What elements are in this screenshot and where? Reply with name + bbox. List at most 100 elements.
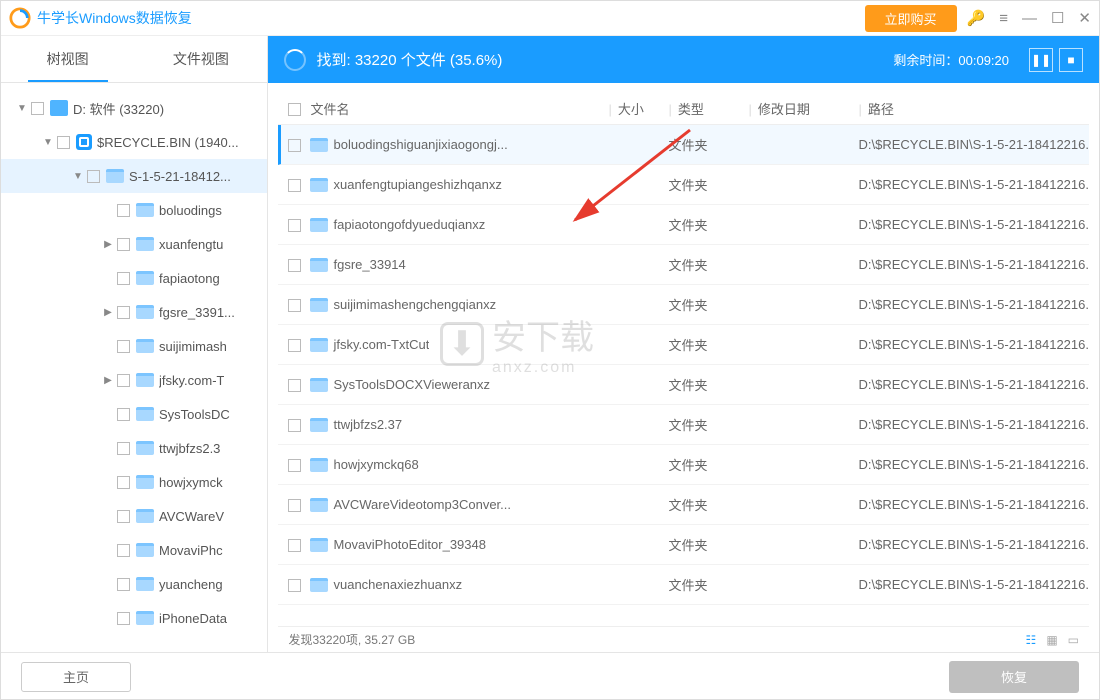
checkbox[interactable] [288, 379, 301, 392]
checkbox[interactable] [288, 419, 301, 432]
table-row[interactable]: boluodingshiguanjixiaogongj... 文件夹 D:\$R… [278, 125, 1089, 165]
tree-drive[interactable]: ▼D: 软件 (33220) [1, 91, 267, 125]
stop-button[interactable]: ■ [1059, 48, 1083, 72]
checkbox[interactable] [117, 612, 130, 625]
tree-folder-item[interactable]: MovaviPhc [1, 533, 267, 567]
view-grid-icon[interactable]: ▦ [1046, 633, 1057, 647]
chevron-down-icon[interactable]: ▼ [71, 171, 85, 182]
table-row[interactable]: suijimimashengchengqianxz 文件夹 D:\$RECYCL… [278, 285, 1089, 325]
folder-icon [310, 258, 328, 272]
table-row[interactable]: fapiaotongofdyueduqianxz 文件夹 D:\$RECYCLE… [278, 205, 1089, 245]
folder-icon [136, 509, 154, 523]
tree-folder-item[interactable]: suijimimash [1, 329, 267, 363]
tree-folder-item[interactable]: iPhoneData [1, 601, 267, 635]
menu-icon[interactable]: ≡ [999, 10, 1008, 27]
col-name[interactable]: 文件名 [310, 99, 608, 118]
tab-file-view[interactable]: 文件视图 [134, 36, 267, 82]
tree-folder-item[interactable]: ▶jfsky.com-T [1, 363, 267, 397]
tree-folder-item[interactable]: fapiaotong [1, 261, 267, 295]
folder-icon [136, 373, 154, 387]
col-type[interactable]: 类型 [678, 102, 704, 117]
checkbox[interactable] [117, 442, 130, 455]
table-row[interactable]: SysToolsDOCXVieweranxz 文件夹 D:\$RECYCLE.B… [278, 365, 1089, 405]
checkbox[interactable] [57, 136, 70, 149]
tree-folder-item[interactable]: ttwjbfzs2.3 [1, 431, 267, 465]
tree-folder-item[interactable]: boluodings [1, 193, 267, 227]
recover-button[interactable]: 恢复 [949, 661, 1079, 693]
checkbox[interactable] [117, 408, 130, 421]
col-path[interactable]: 路径 [868, 102, 894, 117]
tab-tree-view[interactable]: 树视图 [1, 36, 134, 82]
chevron-right-icon[interactable]: ▶ [101, 239, 115, 250]
close-icon[interactable]: ✕ [1078, 9, 1091, 27]
checkbox[interactable] [288, 299, 301, 312]
tree-folder-item[interactable]: ▶fgsre_3391... [1, 295, 267, 329]
checkbox[interactable] [117, 578, 130, 591]
key-icon[interactable]: 🔑 [967, 9, 986, 27]
home-button[interactable]: 主页 [21, 662, 131, 692]
table-row[interactable]: howjxymckq68 文件夹 D:\$RECYCLE.BIN\S-1-5-2… [278, 445, 1089, 485]
minimize-icon[interactable]: — [1022, 10, 1037, 27]
app-logo-icon [9, 7, 31, 29]
title-bar: 牛学长Windows数据恢复 立即购买 🔑 ≡ — ☐ ✕ [1, 1, 1099, 36]
folder-icon [136, 407, 154, 421]
folder-icon [136, 339, 154, 353]
checkbox[interactable] [117, 340, 130, 353]
tree-sid[interactable]: ▼S-1-5-21-18412... [1, 159, 267, 193]
checkbox[interactable] [117, 374, 130, 387]
buy-button[interactable]: 立即购买 [865, 5, 957, 32]
pause-button[interactable]: ❚❚ [1029, 48, 1053, 72]
view-detail-icon[interactable]: ▭ [1068, 633, 1079, 647]
checkbox[interactable] [288, 259, 301, 272]
checkbox[interactable] [288, 499, 301, 512]
status-text: 发现33220项, 35.27 GB [288, 631, 415, 648]
table-row[interactable]: fgsre_33914 文件夹 D:\$RECYCLE.BIN\S-1-5-21… [278, 245, 1089, 285]
folder-icon [310, 138, 328, 152]
tree-recycle[interactable]: ▼$RECYCLE.BIN (1940... [1, 125, 267, 159]
checkbox[interactable] [288, 459, 301, 472]
folder-icon [310, 578, 328, 592]
checkbox[interactable] [117, 544, 130, 557]
checkbox[interactable] [288, 179, 301, 192]
tree-folder-item[interactable]: yuancheng [1, 567, 267, 601]
checkbox[interactable] [288, 539, 301, 552]
tree-folder-item[interactable]: SysToolsDC [1, 397, 267, 431]
folder-icon [106, 169, 124, 183]
table-row[interactable]: ttwjbfzs2.37 文件夹 D:\$RECYCLE.BIN\S-1-5-2… [278, 405, 1089, 445]
checkbox[interactable] [117, 204, 130, 217]
folder-icon [310, 498, 328, 512]
checkbox[interactable] [117, 238, 130, 251]
table-row[interactable]: AVCWareVideotomp3Conver... 文件夹 D:\$RECYC… [278, 485, 1089, 525]
tree-folder-item[interactable]: ▶xuanfengtu [1, 227, 267, 261]
checkbox[interactable] [288, 219, 301, 232]
view-list-icon[interactable]: ☷ [1026, 633, 1037, 647]
tree-folder-item[interactable]: howjxymck [1, 465, 267, 499]
checkbox[interactable] [117, 306, 130, 319]
maximize-icon[interactable]: ☐ [1051, 9, 1064, 27]
folder-icon [136, 577, 154, 591]
folder-icon [136, 441, 154, 455]
folder-icon [136, 305, 154, 319]
checkbox[interactable] [117, 272, 130, 285]
checkbox[interactable] [288, 339, 301, 352]
checkbox[interactable] [117, 476, 130, 489]
col-size[interactable]: 大小 [618, 102, 644, 117]
checkbox[interactable] [31, 102, 44, 115]
checkbox[interactable] [117, 510, 130, 523]
table-row[interactable]: MovaviPhotoEditor_39348 文件夹 D:\$RECYCLE.… [278, 525, 1089, 565]
status-bar: 发现33220项, 35.27 GB ☷ ▦ ▭ [278, 626, 1089, 652]
tree-folder-item[interactable]: AVCWareV [1, 499, 267, 533]
checkbox-all[interactable] [288, 103, 301, 116]
col-date[interactable]: 修改日期 [758, 102, 810, 117]
table-row[interactable]: jfsky.com-TxtCut 文件夹 D:\$RECYCLE.BIN\S-1… [278, 325, 1089, 365]
chevron-right-icon[interactable]: ▶ [101, 375, 115, 386]
table-row[interactable]: xuanfengtupiangeshizhqanxz 文件夹 D:\$RECYC… [278, 165, 1089, 205]
chevron-down-icon[interactable]: ▼ [41, 137, 55, 148]
checkbox[interactable] [87, 170, 100, 183]
chevron-down-icon[interactable]: ▼ [15, 103, 29, 114]
checkbox[interactable] [288, 579, 301, 592]
chevron-right-icon[interactable]: ▶ [101, 307, 115, 318]
table-body: boluodingshiguanjixiaogongj... 文件夹 D:\$R… [278, 125, 1089, 626]
checkbox[interactable] [288, 139, 301, 152]
table-row[interactable]: vuanchenaxiezhuanxz 文件夹 D:\$RECYCLE.BIN\… [278, 565, 1089, 605]
